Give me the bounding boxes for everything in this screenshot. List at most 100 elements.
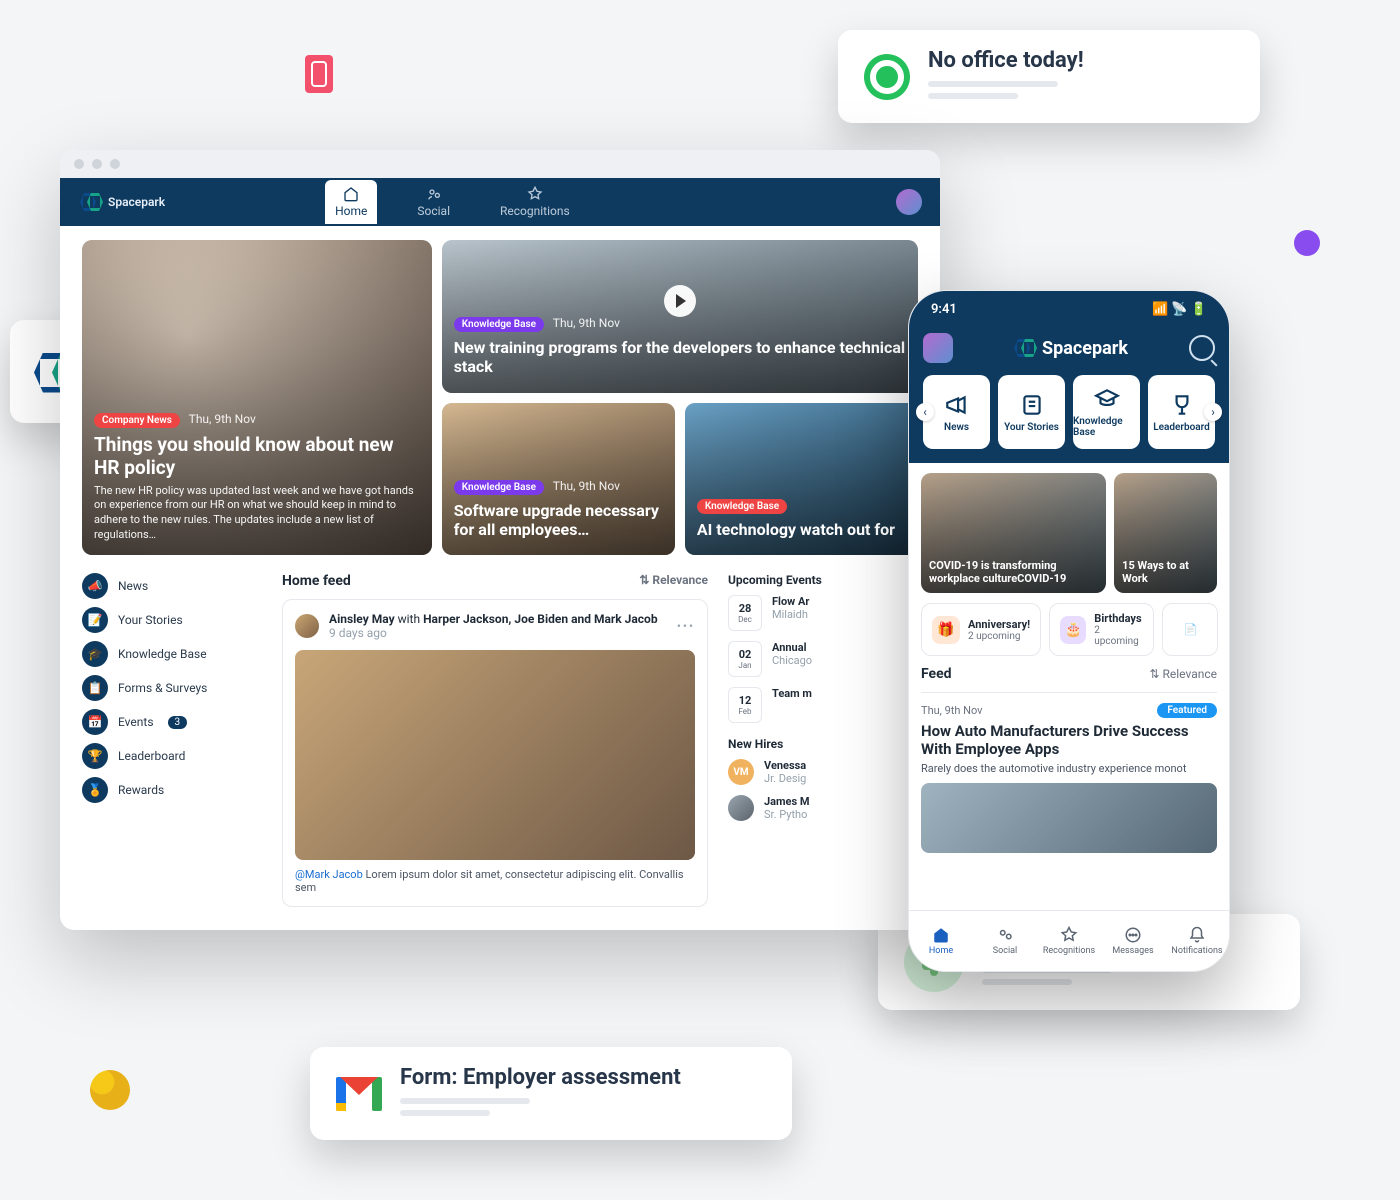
medal-icon: 🏅 (82, 777, 108, 803)
sidenav-leaderboard[interactable]: 🏆Leaderboard (82, 743, 262, 769)
bottom-tab-bar: Home Social Recognitions Messages Notifi… (909, 910, 1229, 971)
category-chip: Knowledge Base (454, 317, 544, 332)
mobile-app: 9:41 📶 📡 🔋 Spacepark ‹ News Your Stories… (908, 290, 1230, 972)
event-row[interactable]: 28DecFlow ArMilaidh (728, 595, 918, 631)
hire-name: Venessa (764, 759, 806, 772)
feed-article[interactable]: Thu, 9th Nov Featured How Auto Manufactu… (921, 692, 1217, 853)
desktop-app-window: Spacepark Home Social Recognitions Compa (60, 150, 940, 930)
event-day: 28 (739, 602, 752, 615)
sidenav-events[interactable]: 📅Events3 (82, 709, 262, 735)
event-month: Feb (738, 707, 751, 716)
home-icon (932, 926, 950, 944)
sidenav-knowledge-base[interactable]: 🎓Knowledge Base (82, 641, 262, 667)
story-card[interactable]: COVID-19 is transforming workplace cultu… (921, 473, 1106, 593)
quick-knowledge-base[interactable]: Knowledge Base (1073, 375, 1140, 449)
brand-label: Spacepark (108, 195, 165, 209)
article-title: How Auto Manufacturers Drive Success Wit… (921, 722, 1217, 758)
event-row[interactable]: 02JanAnnualChicago (728, 641, 918, 677)
hire-row[interactable]: VMVenessaJr. Desig (728, 759, 918, 785)
pill-sub: 2 upcoming (1094, 625, 1143, 647)
post-age: 9 days ago (329, 626, 658, 640)
user-avatar[interactable] (923, 333, 953, 363)
author-avatar[interactable] (295, 614, 319, 638)
search-icon[interactable] (1189, 335, 1215, 361)
side-nav: 📣 News 📝Your Stories 🎓Knowledge Base 📋For… (82, 573, 262, 907)
sidenav-label: Events (118, 715, 154, 729)
event-month: Dec (738, 615, 752, 624)
tab-notifications[interactable]: Notifications (1165, 911, 1229, 971)
hero-main-card[interactable]: Company News Thu, 9th Nov Things you sho… (82, 240, 432, 555)
post-others: Harper Jackson, Joe Biden and Mark Jacob (423, 612, 658, 626)
brand[interactable]: Spacepark (60, 193, 185, 211)
placeholder-lines (928, 81, 1084, 99)
pill-sub: 2 upcoming (968, 631, 1030, 642)
play-icon[interactable] (664, 285, 696, 317)
note-icon: 📝 (82, 607, 108, 633)
toast-no-office[interactable]: No office today! (838, 30, 1260, 123)
hire-avatar: VM (728, 759, 754, 785)
hire-name: James M (764, 795, 810, 808)
tab-label: Messages (1112, 946, 1153, 956)
hire-row[interactable]: James MSr. Pytho (728, 795, 918, 821)
sidenav-label: Knowledge Base (118, 647, 207, 661)
sidenav-forms[interactable]: 📋Forms & Surveys (82, 675, 262, 701)
article-image (921, 783, 1217, 853)
story-card[interactable]: 15 Ways to at Work (1114, 473, 1217, 593)
event-day: 02 (739, 648, 752, 661)
pill-more[interactable]: 📄 (1162, 603, 1218, 656)
status-time: 9:41 (931, 302, 957, 317)
quick-label: Leaderboard (1153, 422, 1210, 433)
rail-heading-events: Upcoming Events (728, 573, 918, 587)
event-sub: Chicago (772, 654, 812, 667)
hero-card-training[interactable]: Knowledge Base Thu, 9th Nov New training… (442, 240, 918, 393)
tab-home[interactable]: Home (909, 911, 973, 971)
star-icon (1060, 926, 1078, 944)
sidenav-your-stories[interactable]: 📝Your Stories (82, 607, 262, 633)
sidenav-rewards[interactable]: 🏅Rewards (82, 777, 262, 803)
post-menu-icon[interactable]: ••• (677, 619, 695, 633)
top-nav: Spacepark Home Social Recognitions (60, 178, 940, 226)
card-date: Thu, 9th Nov (553, 479, 620, 493)
megaphone-icon (944, 392, 970, 418)
mention-link[interactable]: @Mark Jacob (295, 868, 363, 881)
event-month: Jan (738, 661, 751, 670)
placeholder-lines (400, 1098, 681, 1116)
sort-label: Relevance (1163, 667, 1218, 681)
category-chip: Knowledge Base (697, 499, 787, 514)
brand-label: Spacepark (1042, 338, 1128, 359)
tab-messages[interactable]: Messages (1101, 911, 1165, 971)
hero-card-ai[interactable]: Knowledge Base AI technology watch out f… (685, 403, 918, 556)
nav-home[interactable]: Home (325, 180, 377, 224)
toast-gmail-form[interactable]: Form: Employer assessment (310, 1047, 792, 1140)
card-title: Software upgrade necessary for all emplo… (454, 501, 663, 539)
carousel-prev-icon[interactable]: ‹ (916, 403, 934, 421)
social-icon (996, 926, 1014, 944)
hero-card-upgrade[interactable]: Knowledge Base Thu, 9th Nov Software upg… (442, 403, 675, 556)
app-title[interactable]: Spacepark (963, 338, 1179, 359)
tab-recognitions[interactable]: Recognitions (1037, 911, 1101, 971)
feed-heading: Home feed (282, 573, 351, 589)
carousel-next-icon[interactable]: › (1204, 403, 1222, 421)
nav-label: Social (417, 204, 450, 218)
feed-post[interactable]: Ainsley May with Harper Jackson, Joe Bid… (282, 599, 708, 907)
sort-control[interactable]: ⇅ Relevance (639, 573, 708, 587)
cake-icon: 🎂 (1060, 616, 1086, 644)
feed-heading: Feed (921, 666, 952, 682)
spacepark-logo-icon (1014, 339, 1034, 357)
tab-social[interactable]: Social (973, 911, 1037, 971)
sidenav-label: News (118, 579, 148, 593)
nav-recognitions[interactable]: Recognitions (490, 180, 580, 224)
sidenav-news[interactable]: 📣 News (82, 573, 262, 599)
nav-social[interactable]: Social (407, 180, 460, 224)
sort-control[interactable]: ⇅ Relevance (1149, 667, 1217, 681)
category-chip: Knowledge Base (454, 480, 544, 495)
quick-your-stories[interactable]: Your Stories (998, 375, 1065, 449)
with-text: with (398, 612, 420, 626)
pill-birthdays[interactable]: 🎂Birthdays2 upcoming (1049, 603, 1154, 656)
pill-anniversary[interactable]: 🎁Anniversary!2 upcoming (921, 603, 1041, 656)
event-row[interactable]: 12FebTeam m (728, 687, 918, 723)
megaphone-icon: 📣 (82, 573, 108, 599)
user-avatar[interactable] (896, 189, 922, 215)
featured-badge: Featured (1157, 703, 1217, 718)
events-count-badge: 3 (168, 716, 188, 729)
